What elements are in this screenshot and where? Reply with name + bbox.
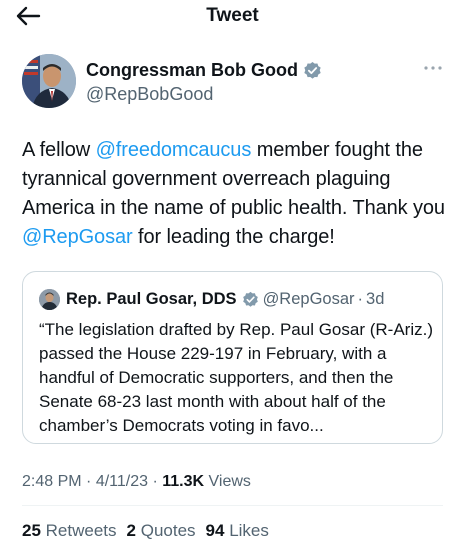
retweets-stat[interactable]: 25 Retweets bbox=[22, 521, 117, 541]
likes-label: Likes bbox=[229, 521, 269, 540]
engagement-stats: 25 Retweets 2 Quotes 94 Likes bbox=[22, 521, 269, 541]
quotes-stat[interactable]: 2 Quotes bbox=[127, 521, 196, 541]
verified-badge-icon bbox=[242, 291, 258, 307]
quoted-tweet-card[interactable]: Rep. Paul Gosar, DDS @RepGosar · 3d “The… bbox=[22, 271, 443, 444]
tweet-time: 2:48 PM bbox=[22, 473, 82, 490]
tweet-date: 4/11/23 bbox=[95, 473, 149, 490]
likes-stat[interactable]: 94 Likes bbox=[206, 521, 269, 541]
verified-badge-icon bbox=[304, 61, 321, 79]
likes-count: 94 bbox=[205, 521, 225, 540]
quoted-tweet-text: “The legislation drafted by Rep. Paul Go… bbox=[39, 320, 433, 435]
author-name[interactable]: Congressman Bob Good bbox=[86, 60, 298, 81]
author-handle[interactable]: @RepBobGood bbox=[86, 84, 322, 105]
author-block: Congressman Bob Good @RepBobGood bbox=[86, 58, 322, 105]
quoted-author-avatar[interactable] bbox=[39, 288, 60, 310]
divider bbox=[22, 505, 443, 506]
quoted-tweet-age: 3d bbox=[366, 289, 385, 308]
separator-dot: · bbox=[357, 289, 364, 308]
quoted-author-name: Rep. Paul Gosar, DDS bbox=[66, 289, 237, 308]
more-options-icon[interactable] bbox=[422, 62, 444, 74]
quotes-count: 2 bbox=[126, 521, 136, 540]
tweet-meta: 2:48 PM · 4/11/23 · 11.3K Views bbox=[22, 473, 251, 490]
mention-freedomcaucus-link[interactable]: @freedomcaucus bbox=[96, 139, 252, 161]
quotes-label: Quotes bbox=[140, 521, 196, 540]
retweets-label: Retweets bbox=[45, 521, 117, 540]
tweet-text: A fellow @freedomcaucus member fought th… bbox=[22, 136, 447, 252]
views-label: Views bbox=[208, 473, 251, 490]
tweet-text-part: A fellow bbox=[22, 139, 96, 161]
retweets-count: 25 bbox=[22, 521, 41, 540]
quoted-author-handle: @RepGosar bbox=[262, 289, 355, 308]
top-bar: Tweet bbox=[0, 0, 465, 34]
page-title: Tweet bbox=[206, 5, 259, 26]
quoted-tweet-header: Rep. Paul Gosar, DDS @RepGosar · 3d bbox=[39, 288, 384, 310]
tweet-text-part: for leading the charge! bbox=[132, 226, 335, 248]
author-avatar[interactable] bbox=[22, 54, 76, 108]
views-count: 11.3K bbox=[162, 473, 205, 490]
mention-repgosar-link[interactable]: @RepGosar bbox=[22, 226, 133, 248]
